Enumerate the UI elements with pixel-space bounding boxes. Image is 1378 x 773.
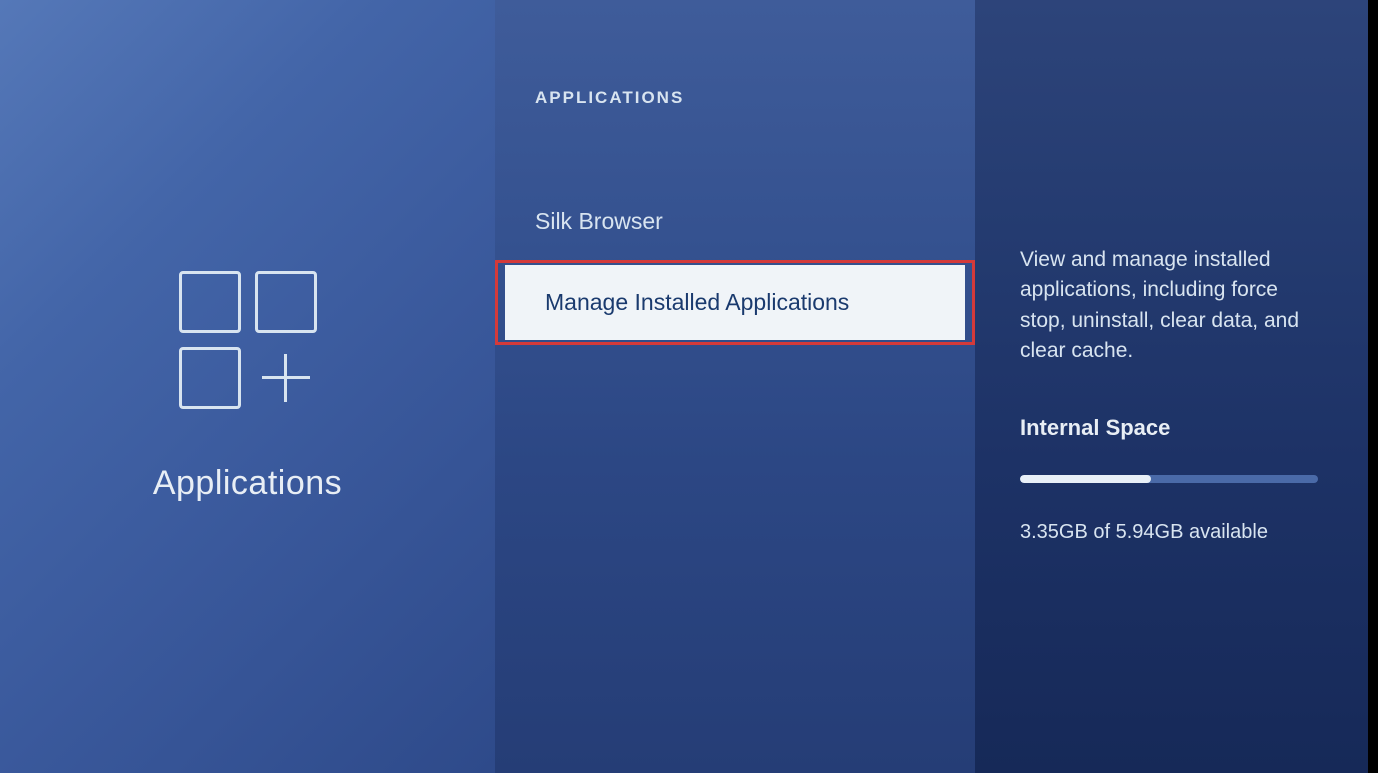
- app-square-icon: [179, 271, 241, 333]
- storage-progress-fill: [1020, 475, 1151, 483]
- storage-progress-bar: [1020, 475, 1318, 483]
- storage-label: Internal Space: [1020, 415, 1318, 441]
- app-square-icon: [179, 347, 241, 409]
- menu-panel: APPLICATIONS Silk Browser Manage Install…: [495, 0, 975, 773]
- section-header: APPLICATIONS: [495, 88, 975, 108]
- storage-available-text: 3.35GB of 5.94GB available: [1020, 521, 1318, 544]
- detail-panel: View and manage installed applications, …: [975, 0, 1368, 773]
- applications-icon: [179, 271, 317, 409]
- settings-screen: Applications APPLICATIONS Silk Browser M…: [0, 0, 1368, 773]
- menu-item-manage-apps[interactable]: Manage Installed Applications: [505, 265, 965, 340]
- left-category-panel: Applications: [0, 0, 495, 773]
- app-plus-icon: [255, 347, 317, 409]
- item-description: View and manage installed applications, …: [1020, 245, 1318, 367]
- highlight-annotation: Manage Installed Applications: [495, 260, 975, 345]
- menu-item-silk-browser[interactable]: Silk Browser: [495, 188, 975, 255]
- app-square-icon: [255, 271, 317, 333]
- category-title: Applications: [153, 464, 342, 503]
